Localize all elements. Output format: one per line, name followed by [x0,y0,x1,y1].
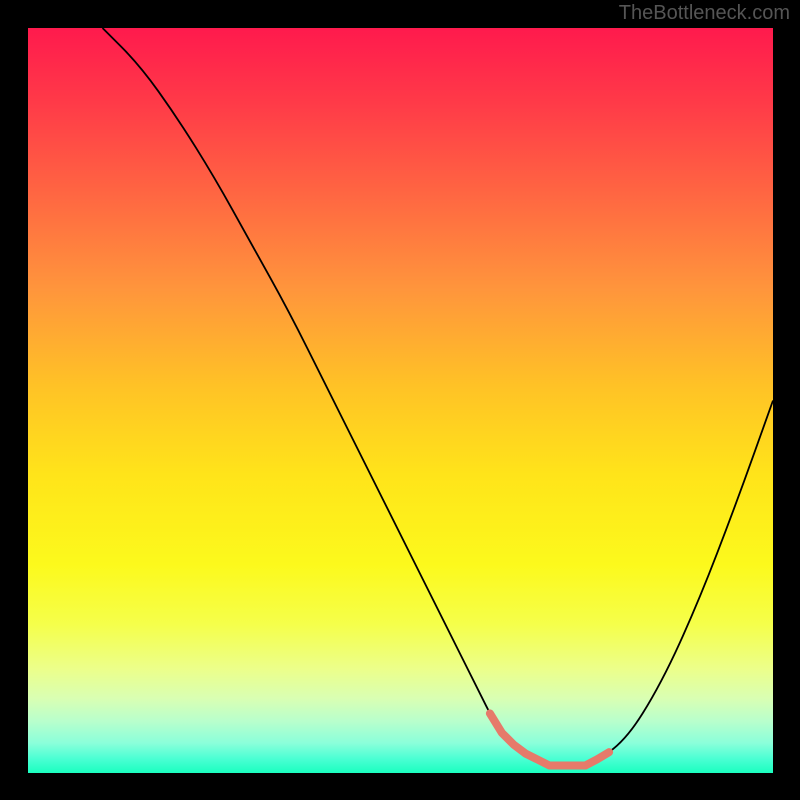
chart-line [103,28,774,766]
watermark-text: TheBottleneck.com [619,2,790,25]
trough-highlight [490,713,609,765]
chart-area [28,28,773,773]
chart-svg [28,28,773,773]
